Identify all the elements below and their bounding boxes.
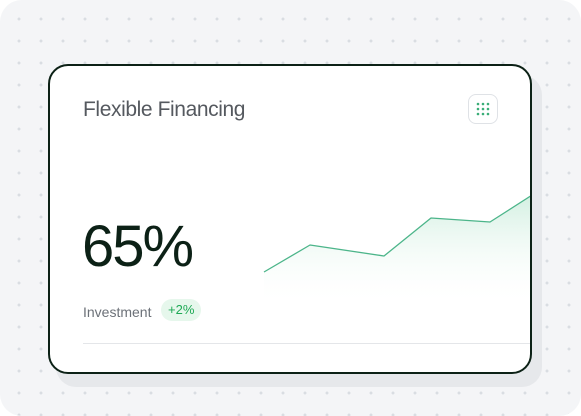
financing-card: Flexible Financing 65% Investment +2% — [48, 64, 532, 374]
investment-value: 65% — [82, 214, 194, 279]
divider — [83, 343, 530, 344]
investment-label: Investment — [83, 304, 152, 320]
delta-badge: +2% — [161, 299, 202, 321]
